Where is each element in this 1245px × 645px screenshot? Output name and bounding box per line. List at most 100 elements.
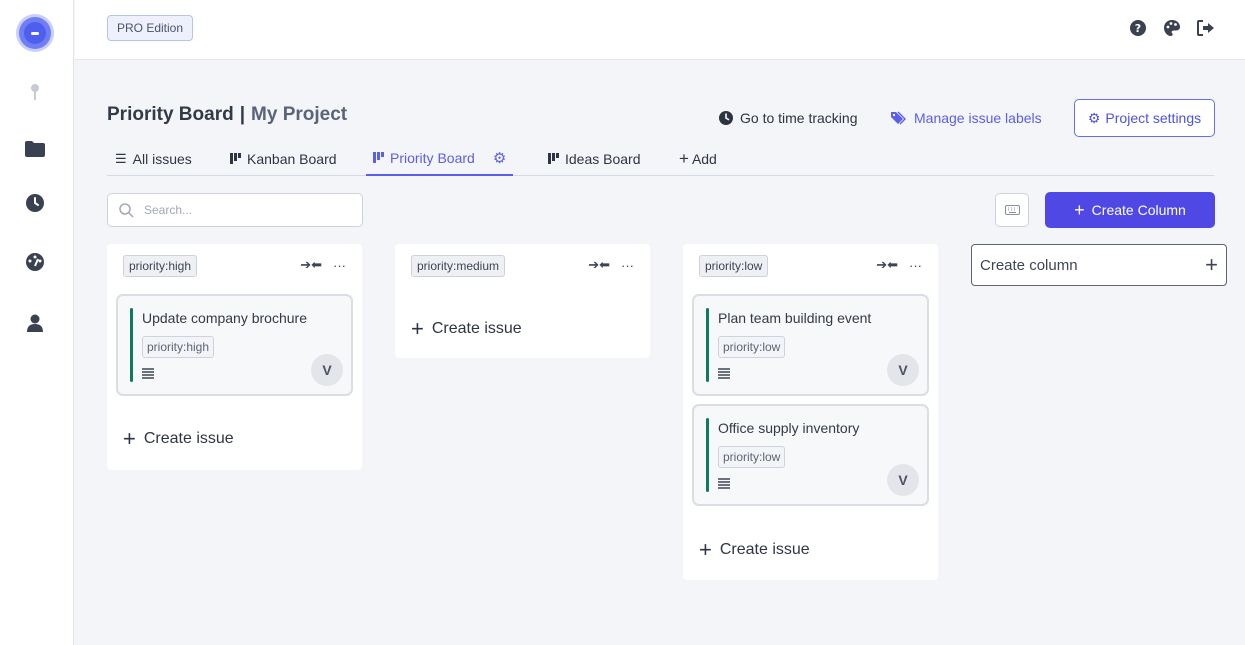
main-content: Priority Board | My Project Go to time tra… xyxy=(75,61,1245,645)
tab-priority-board[interactable]: Priority Board ⚙ xyxy=(366,141,514,176)
card-title: Office supply inventory xyxy=(718,420,860,436)
tags-icon xyxy=(891,111,906,125)
logout-icon[interactable] xyxy=(1197,19,1215,37)
plus-icon: + xyxy=(123,426,136,451)
column-header: priority:medium ➔⬅ ··· xyxy=(395,244,650,288)
description-icon xyxy=(142,368,154,379)
board-title: Priority Board xyxy=(107,104,234,125)
more-options-icon[interactable]: ··· xyxy=(909,258,922,273)
create-issue-label: Create issue xyxy=(431,320,522,337)
card-priority-bar xyxy=(130,308,133,382)
avatar[interactable]: V xyxy=(887,464,919,496)
plus-icon[interactable]: + xyxy=(1205,254,1218,276)
create-issue-label: Create issue xyxy=(719,541,810,558)
card-label: priority:high xyxy=(142,336,215,358)
search-box xyxy=(107,193,363,227)
folder-icon[interactable] xyxy=(25,139,45,159)
issue-card[interactable]: Plan team building event priority:low V xyxy=(692,294,929,396)
create-issue-button[interactable]: + Create issue xyxy=(123,426,234,451)
clock-icon[interactable] xyxy=(25,193,45,213)
plus-icon: + xyxy=(699,537,712,562)
tab-add[interactable]: + Add xyxy=(679,141,717,176)
tab-label: Add xyxy=(691,150,717,167)
issue-card[interactable]: Office supply inventory priority:low V xyxy=(692,404,929,506)
logo-icon xyxy=(24,22,46,44)
collapse-arrows-icon[interactable]: ➔⬅ xyxy=(876,257,898,273)
clock-icon xyxy=(719,111,733,125)
more-options-icon[interactable]: ··· xyxy=(621,258,634,273)
issue-card[interactable]: Update company brochure priority:high V xyxy=(116,294,353,396)
time-tracking-label: Go to time tracking xyxy=(740,110,858,126)
pin-icon[interactable] xyxy=(25,82,45,102)
board-icon xyxy=(230,153,241,164)
title-separator: | xyxy=(239,104,246,125)
tab-label: Kanban Board xyxy=(247,150,337,167)
manage-labels-link[interactable]: Manage issue labels xyxy=(891,110,1042,126)
tab-label: Ideas Board xyxy=(565,150,641,167)
edition-badge: PRO Edition xyxy=(107,15,194,41)
create-column-field[interactable]: Create column + xyxy=(971,244,1227,286)
tab-all-issues[interactable]: ☰ All issues xyxy=(115,141,192,176)
topbar-icons: ? xyxy=(1129,19,1215,37)
create-column-label: Create column xyxy=(980,256,1078,274)
tab-label: Priority Board xyxy=(390,149,475,166)
column-tools: ➔⬅ ··· xyxy=(300,257,346,273)
dashboard-icon[interactable] xyxy=(25,252,45,272)
description-icon xyxy=(718,478,730,489)
column-label: priority:low xyxy=(699,255,769,277)
collapse-arrows-icon[interactable]: ➔⬅ xyxy=(588,257,610,273)
column-header: priority:low ➔⬅ ··· xyxy=(683,244,938,288)
keyboard-shortcuts-button[interactable] xyxy=(995,193,1029,227)
search-icon xyxy=(119,202,134,218)
create-column-label: Create Column xyxy=(1091,202,1186,218)
sidebar xyxy=(0,0,74,645)
column-header: priority:high ➔⬅ ··· xyxy=(107,244,362,288)
avatar[interactable]: V xyxy=(311,354,343,386)
card-label: priority:low xyxy=(718,336,786,358)
board-column-high: priority:high ➔⬅ ··· Update company broc… xyxy=(107,244,362,470)
plus-icon: + xyxy=(679,148,689,168)
board-settings-gear-icon[interactable]: ⚙ xyxy=(493,149,506,167)
project-settings-label: Project settings xyxy=(1105,110,1202,126)
list-icon: ☰ xyxy=(115,150,127,166)
plus-icon: + xyxy=(1074,200,1085,220)
column-label: priority:medium xyxy=(411,255,506,277)
description-icon xyxy=(718,368,730,379)
column-label: priority:high xyxy=(123,255,198,277)
topbar: PRO Edition ? xyxy=(75,0,1245,60)
collapse-arrows-icon[interactable]: ➔⬅ xyxy=(300,257,322,273)
project-name[interactable]: My Project xyxy=(251,104,347,125)
palette-icon[interactable] xyxy=(1163,19,1181,37)
card-title: Plan team building event xyxy=(718,310,872,326)
column-tools: ➔⬅ ··· xyxy=(588,257,634,273)
page-title: Priority Board | My Project xyxy=(107,104,347,126)
time-tracking-link[interactable]: Go to time tracking xyxy=(719,110,858,126)
card-priority-bar xyxy=(706,418,709,492)
create-issue-label: Create issue xyxy=(143,430,234,447)
create-column-button[interactable]: + Create Column xyxy=(1045,192,1215,228)
project-settings-button[interactable]: ⚙ Project settings xyxy=(1074,99,1215,137)
avatar[interactable]: V xyxy=(887,354,919,386)
card-priority-bar xyxy=(706,308,709,382)
card-title: Update company brochure xyxy=(142,310,307,326)
user-icon[interactable] xyxy=(25,313,45,333)
app-logo[interactable] xyxy=(19,17,51,49)
card-label: priority:low xyxy=(718,446,786,468)
plus-icon: + xyxy=(411,316,424,341)
gear-icon: ⚙ xyxy=(1087,109,1101,126)
create-issue-button[interactable]: + Create issue xyxy=(699,537,810,562)
keyboard-icon xyxy=(1004,205,1020,215)
tab-label: All issues xyxy=(132,150,192,167)
manage-labels-label: Manage issue labels xyxy=(914,110,1042,126)
create-issue-button[interactable]: + Create issue xyxy=(411,316,522,341)
tab-kanban-board[interactable]: Kanban Board xyxy=(230,141,337,176)
search-input[interactable] xyxy=(144,203,344,217)
board-icon xyxy=(373,152,384,163)
help-icon[interactable]: ? xyxy=(1129,19,1147,37)
svg-text:?: ? xyxy=(1135,22,1141,35)
board-column-medium: priority:medium ➔⬅ ··· + Create issue xyxy=(395,244,650,358)
board-tabs: ☰ All issues Kanban Board Priority Board… xyxy=(107,141,1214,176)
column-tools: ➔⬅ ··· xyxy=(876,257,922,273)
tab-ideas-board[interactable]: Ideas Board xyxy=(548,141,641,176)
more-options-icon[interactable]: ··· xyxy=(333,258,346,273)
